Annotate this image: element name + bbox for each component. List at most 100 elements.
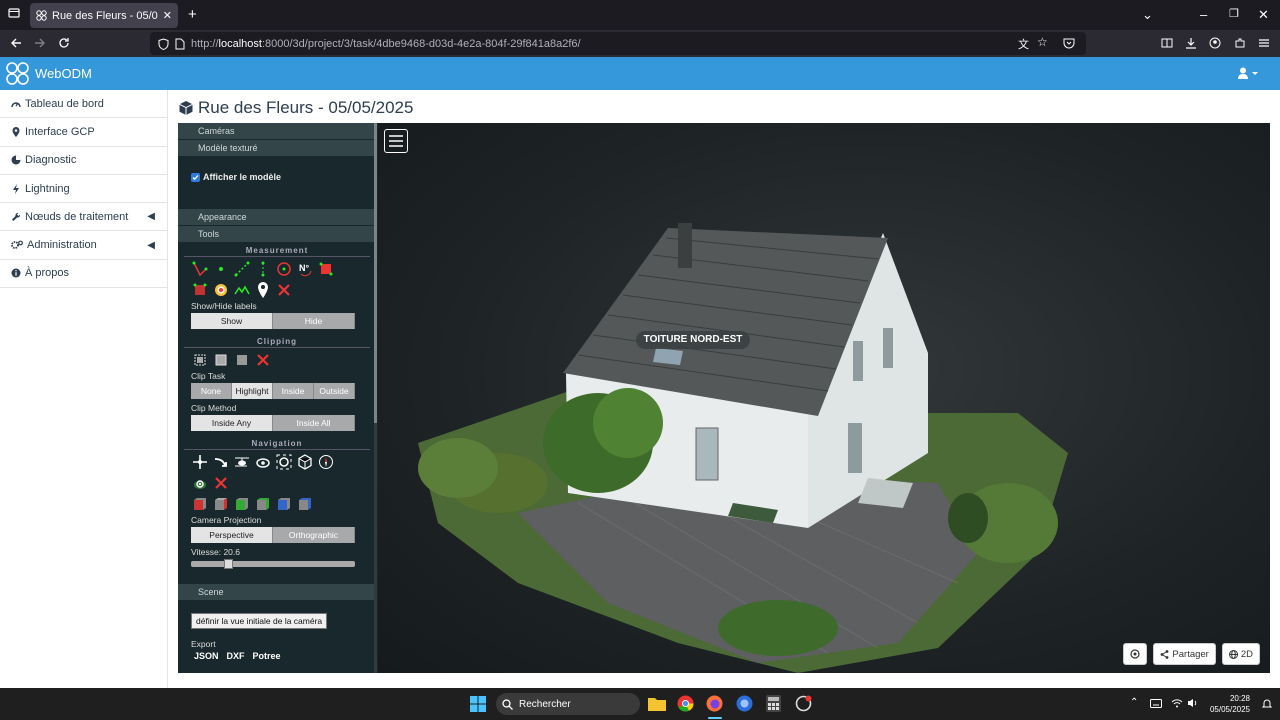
taskbar-clock[interactable]: 20:28 05/05/2025 <box>1210 693 1250 715</box>
remove-navigation-icon[interactable] <box>212 474 230 492</box>
set-initial-view-button[interactable]: définir la vue initiale de la caméra <box>191 613 328 629</box>
angle-tool-icon[interactable] <box>191 260 209 278</box>
blue-app-icon[interactable] <box>736 695 753 712</box>
right-view-icon[interactable] <box>212 495 230 513</box>
accordion-tools[interactable]: Tools <box>178 226 376 242</box>
sidebar-item-administration[interactable]: Administration ◀ <box>0 231 167 260</box>
remove-measurements-icon[interactable] <box>275 281 293 299</box>
tab-overflow-chevron-icon[interactable]: ⌄ <box>1142 7 1153 23</box>
show-labels-button[interactable]: Show <box>191 313 273 329</box>
windows-start-icon[interactable] <box>470 696 486 712</box>
full-extent-icon[interactable] <box>296 453 314 471</box>
accordion-appearance[interactable]: Appearance <box>178 209 376 225</box>
distance-tool-icon[interactable] <box>233 260 251 278</box>
brand-name[interactable]: WebODM <box>35 66 92 81</box>
address-bar[interactable]: http://localhost:8000/3d/project/3/task/… <box>150 32 1086 55</box>
bookmark-star-icon[interactable]: ☆ <box>1037 35 1048 49</box>
url-text[interactable]: http://localhost:8000/3d/project/3/task/… <box>191 38 581 50</box>
calculator-icon[interactable] <box>766 695 781 712</box>
export-potree-link[interactable]: Potree <box>253 651 281 661</box>
tray-chevron-up-icon[interactable]: ⌃ <box>1130 697 1138 708</box>
hide-labels-button[interactable]: Hide <box>273 313 355 329</box>
clip-screen-box-icon[interactable] <box>233 351 251 369</box>
chrome-icon[interactable] <box>677 695 694 712</box>
remove-clipping-icon[interactable] <box>254 351 272 369</box>
focus-icon[interactable] <box>275 453 293 471</box>
account-icon[interactable] <box>1209 36 1221 54</box>
reader-view-icon[interactable] <box>1161 36 1173 54</box>
accordion-cameras[interactable]: Caméras <box>178 123 376 139</box>
profile-tool-icon[interactable] <box>233 281 251 299</box>
annotation-tool-icon[interactable] <box>254 281 272 299</box>
top-view-icon[interactable] <box>275 495 293 513</box>
new-tab-icon[interactable]: + <box>188 6 197 23</box>
bottom-view-icon[interactable] <box>296 495 314 513</box>
export-json-link[interactable]: JSON <box>194 651 219 661</box>
keyboard-icon[interactable] <box>1150 699 1162 708</box>
tab-close-icon[interactable]: ✕ <box>163 9 172 22</box>
share-button[interactable]: Partager <box>1153 643 1216 665</box>
back-icon[interactable] <box>10 36 22 54</box>
record-app-icon[interactable] <box>795 695 812 712</box>
export-dxf-link[interactable]: DXF <box>227 651 245 661</box>
sidebar-item-gcp[interactable]: Interface GCP <box>0 118 167 147</box>
point-tool-icon[interactable] <box>212 260 230 278</box>
file-explorer-icon[interactable] <box>648 696 666 711</box>
accordion-scene[interactable]: Scene <box>178 584 376 600</box>
front-view-icon[interactable] <box>233 495 251 513</box>
house-3d-model[interactable] <box>378 123 1270 673</box>
webodm-logo-icon[interactable] <box>5 61 30 86</box>
browser-tab-active[interactable]: Rue des Fleurs - 05/05/2025 - W ✕ <box>30 3 178 28</box>
clip-polygon-icon[interactable] <box>212 351 230 369</box>
left-view-icon[interactable] <box>191 495 209 513</box>
sidebar-item-lightning[interactable]: Lightning <box>0 175 167 204</box>
tab-list-icon[interactable] <box>8 7 20 19</box>
minimize-icon[interactable]: – <box>1200 7 1207 22</box>
perspective-button[interactable]: Perspective <box>191 527 273 543</box>
extensions-icon[interactable] <box>1234 36 1246 54</box>
nav-cube-icon[interactable] <box>191 474 209 492</box>
panel-scrollbar[interactable] <box>374 123 377 673</box>
clip-task-outside[interactable]: Outside <box>314 383 355 399</box>
compass-icon[interactable] <box>317 453 335 471</box>
back-view-icon[interactable] <box>254 495 272 513</box>
azimuth-tool-icon[interactable]: N° <box>296 260 314 278</box>
clip-task-inside[interactable]: Inside <box>273 383 314 399</box>
wifi-icon[interactable] <box>1171 698 1183 708</box>
sidebar-item-diagnostic[interactable]: Diagnostic <box>0 147 167 175</box>
clip-task-highlight[interactable]: Highlight <box>232 383 273 399</box>
downloads-icon[interactable] <box>1185 36 1197 54</box>
volume-icon[interactable] <box>1187 698 1199 708</box>
earth-controls-icon[interactable] <box>191 453 209 471</box>
annotation-text[interactable]: TOITURE NORD-EST <box>643 334 743 345</box>
3d-scene-canvas[interactable]: TOITURE NORD-EST <box>378 123 1270 673</box>
translate-icon[interactable]: 文 <box>1018 36 1029 52</box>
clip-box-icon[interactable] <box>191 351 209 369</box>
camera-location-button[interactable] <box>1123 643 1148 665</box>
area-tool-icon[interactable] <box>317 260 335 278</box>
menu-icon[interactable] <box>1258 36 1270 54</box>
accordion-textured-model[interactable]: Modèle texturé <box>178 140 376 156</box>
speed-slider-thumb[interactable] <box>223 559 233 569</box>
orbit-controls-icon[interactable] <box>254 453 272 471</box>
height-tool-icon[interactable] <box>254 260 272 278</box>
forward-icon[interactable] <box>34 36 46 54</box>
orthographic-button[interactable]: Orthographic <box>273 527 355 543</box>
maximize-icon[interactable]: ❐ <box>1229 7 1239 20</box>
user-menu-icon[interactable] <box>1238 67 1260 79</box>
pocket-icon[interactable] <box>1063 36 1075 54</box>
shield-icon[interactable] <box>158 37 169 50</box>
sidebar-toggle-button[interactable] <box>384 129 408 153</box>
sidebar-item-processing-nodes[interactable]: Nœuds de traitement ◀ <box>0 203 167 232</box>
sphere-volume-tool-icon[interactable] <box>212 281 230 299</box>
window-close-icon[interactable]: ✕ <box>1258 7 1269 23</box>
circle-tool-icon[interactable] <box>275 260 293 278</box>
speed-slider[interactable] <box>191 559 355 569</box>
helicopter-controls-icon[interactable] <box>233 453 251 471</box>
fly-controls-icon[interactable] <box>212 453 230 471</box>
clip-task-none[interactable]: None <box>191 383 232 399</box>
sidebar-item-dashboard[interactable]: Tableau de bord <box>0 90 167 119</box>
sidebar-item-about[interactable]: À propos <box>0 260 167 289</box>
reload-icon[interactable] <box>58 36 70 54</box>
volume-tool-icon[interactable] <box>191 281 209 299</box>
